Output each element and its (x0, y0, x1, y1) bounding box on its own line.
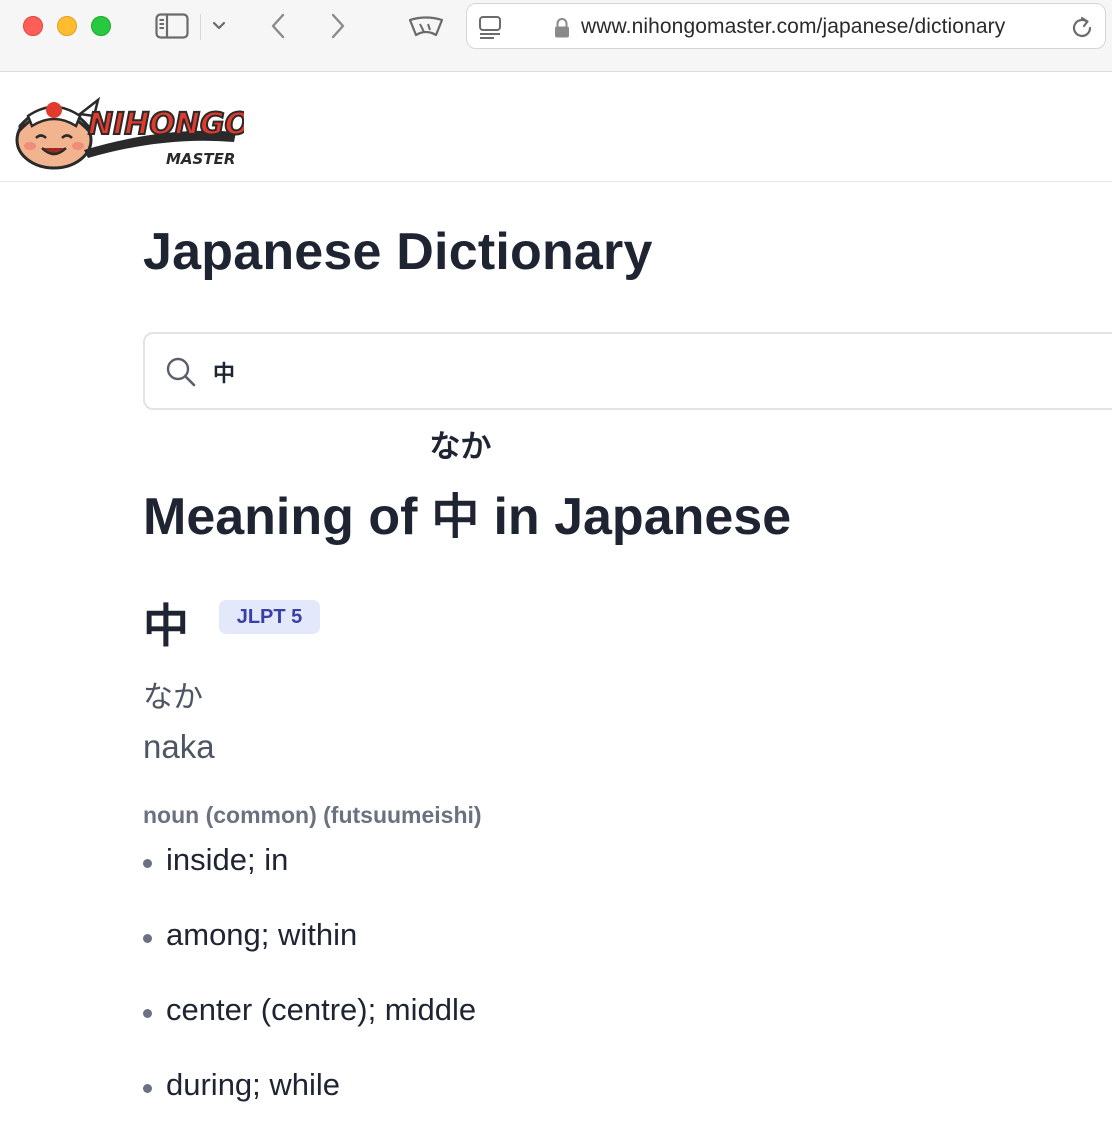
jlpt-level-badge[interactable]: JLPT 5 (219, 600, 320, 634)
reading-romaji: naka (143, 728, 215, 765)
browser-toolbar: www.nihongomaster.com/japanese/dictionar… (0, 0, 1112, 72)
bullet-dot (143, 934, 152, 943)
meaning-item: during; while (143, 1067, 843, 1142)
privacy-shield-icon[interactable] (406, 12, 446, 42)
forward-arrow-icon[interactable] (324, 12, 352, 40)
bullet-dot (143, 859, 152, 868)
logo-wordmark: NIHONGO (88, 107, 244, 142)
back-arrow-icon[interactable] (264, 12, 292, 40)
meaning-text: during; while (166, 1067, 341, 1102)
bullet-dot (143, 1084, 152, 1093)
meaning-text: among; within (166, 917, 358, 952)
minimize-window-button[interactable] (57, 16, 77, 36)
reading-kana: なか (143, 680, 203, 715)
meaning-text: inside; in (166, 842, 289, 877)
lock-icon (553, 17, 571, 39)
reader-mode-icon[interactable] (477, 14, 503, 40)
meaning-item: inside; in (143, 842, 843, 917)
meaning-heading: Meaning of なか 中 in Japanese (143, 429, 792, 547)
meaning-item: center (centre); middle (143, 992, 843, 1067)
meaning-item: among; within (143, 917, 843, 992)
sidebar-toggle-icon[interactable] (154, 12, 190, 40)
chevron-down-icon[interactable] (208, 14, 230, 38)
entry-kanji: 中 (143, 599, 189, 653)
heading-furigana: なか (429, 429, 492, 465)
heading-word: なか 中 (429, 429, 491, 547)
heading-kanji: 中 (431, 489, 480, 545)
dictionary-search-box[interactable] (143, 332, 1112, 410)
bullet-dot (143, 1009, 152, 1018)
url-text[interactable]: www.nihongomaster.com/japanese/dictionar… (581, 15, 1059, 41)
heading-prefix: Meaning of (143, 488, 418, 546)
search-icon (165, 356, 197, 388)
nihongo-master-logo[interactable]: NIHONGO MASTER (14, 86, 251, 172)
site-header: NIHONGO MASTER (0, 72, 1112, 182)
reload-icon[interactable] (1069, 15, 1095, 41)
zoom-window-button[interactable] (91, 16, 111, 36)
url-fade (1027, 10, 1061, 44)
meaning-text: center (centre); middle (166, 992, 477, 1027)
close-window-button[interactable] (23, 16, 43, 36)
heading-suffix: in Japanese (493, 488, 792, 546)
meanings-list: inside; in among; within center (centre)… (143, 842, 843, 1142)
page-title: Japanese Dictionary (143, 223, 653, 281)
part-of-speech-label: noun (common) (futsuumeishi) (143, 802, 482, 828)
logo-subtext: MASTER (166, 150, 235, 168)
search-input[interactable] (213, 352, 813, 392)
toolbar-divider (200, 14, 201, 40)
address-bar[interactable]: www.nihongomaster.com/japanese/dictionar… (466, 3, 1106, 49)
